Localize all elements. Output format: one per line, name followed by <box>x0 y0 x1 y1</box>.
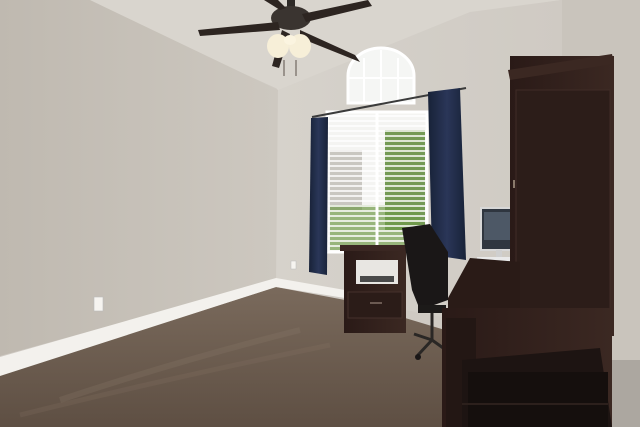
room-photo <box>0 0 640 427</box>
curtain-left <box>309 117 328 275</box>
electrical-outlet <box>93 296 104 312</box>
printer-stand <box>340 245 410 333</box>
desk-hutch <box>508 54 614 336</box>
arched-window <box>346 46 416 105</box>
electrical-outlet-back <box>290 260 297 270</box>
